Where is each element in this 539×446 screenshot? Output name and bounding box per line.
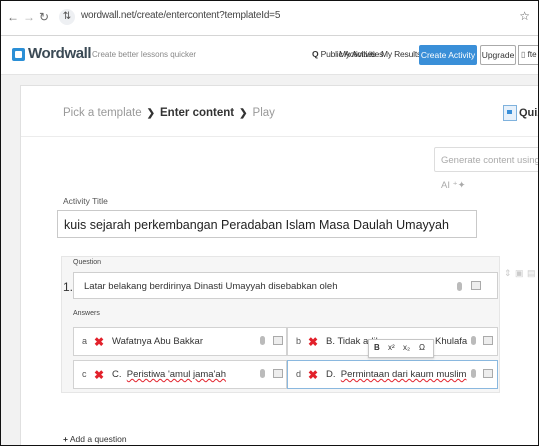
user-avatar-icon: ▯ xyxy=(521,50,526,59)
answer-letter: b xyxy=(296,336,302,346)
special-character-button[interactable]: Ω xyxy=(419,343,425,352)
bold-button[interactable]: B xyxy=(374,343,380,352)
question-text-input[interactable]: Latar belakang berdirinya Dinasti Umayya… xyxy=(73,272,498,299)
step-play: Play xyxy=(252,107,275,119)
app-window: ← → ↻ ⇅ wordwall.net/create/entercontent… xyxy=(0,0,539,446)
incorrect-mark-icon[interactable]: ✖ xyxy=(308,336,318,348)
answer-letter: c xyxy=(82,369,87,379)
duplicate-icon[interactable]: ▣ xyxy=(515,268,524,279)
answer-text-tail: Khulafa xyxy=(435,336,468,347)
brand-logo[interactable]: Wordwall xyxy=(28,45,92,62)
reload-icon[interactable]: ↻ xyxy=(39,10,49,24)
nav-my-results[interactable]: My Results xyxy=(381,49,421,59)
image-icon[interactable] xyxy=(273,369,283,378)
step-pick-template[interactable]: Pick a template xyxy=(63,107,142,119)
browser-toolbar: ← → ↻ ⇅ wordwall.net/create/entercontent… xyxy=(1,1,538,36)
answer-text[interactable]: D. Permintaan dari kaum muslim xyxy=(326,369,466,380)
image-icon[interactable] xyxy=(273,336,283,345)
answer-option-a[interactable]: a ✖ Wafatnya Abu Bakkar xyxy=(73,327,287,356)
upgrade-button[interactable]: Upgrade xyxy=(480,45,516,65)
quiz-template-icon[interactable] xyxy=(503,105,517,121)
answer-text[interactable]: C. Peristiwa 'amul jama'ah xyxy=(112,369,226,380)
incorrect-mark-icon[interactable]: ✖ xyxy=(94,336,104,348)
delete-icon[interactable]: ▤ xyxy=(527,268,536,279)
answer-letter: a xyxy=(82,336,88,346)
wordwall-logo-icon[interactable] xyxy=(12,48,25,61)
template-name[interactable]: Quiz xyxy=(519,107,538,119)
breadcrumb: Pick a template ❯ Enter content ❯ Play xyxy=(63,107,275,119)
tagline: Create better lessons quicker xyxy=(92,50,197,59)
sparkle-icon: ⁺✦ xyxy=(452,180,466,191)
nav-my-activities[interactable]: My Activities xyxy=(339,49,383,59)
microphone-icon[interactable] xyxy=(471,369,476,378)
answer-option-d[interactable]: d ✖ D. Permintaan dari kaum muslim xyxy=(287,360,498,389)
site-settings-icon[interactable]: ⇅ xyxy=(59,9,75,25)
drag-handle-icon[interactable]: ⇕ xyxy=(504,268,512,279)
step-enter-content: Enter content xyxy=(160,107,235,119)
answer-letter: d xyxy=(296,369,302,379)
microphone-icon[interactable] xyxy=(471,336,476,345)
forward-arrow-icon[interactable]: → xyxy=(23,10,35,24)
add-question-button[interactable]: + Add a question xyxy=(63,434,127,444)
chevron-right-icon: ❯ xyxy=(146,108,156,119)
answers-label: Answers xyxy=(73,310,100,317)
subscript-button[interactable]: x₂ xyxy=(403,343,410,352)
search-icon: Q xyxy=(312,49,319,59)
question-label: Question xyxy=(73,259,102,266)
plus-icon: + xyxy=(63,434,68,444)
activity-title-input[interactable]: kuis sejarah perkembangan Peradaban Isla… xyxy=(57,210,477,238)
incorrect-mark-icon[interactable]: ✖ xyxy=(94,369,104,381)
app-header: Wordwall Create better lessons quicker Q… xyxy=(1,36,538,75)
text-format-toolbar: B x² x₂ Ω xyxy=(368,339,434,358)
answer-option-c[interactable]: c ✖ C. Peristiwa 'amul jama'ah xyxy=(73,360,287,389)
image-icon[interactable] xyxy=(483,336,493,345)
question-number: 1. xyxy=(63,280,74,294)
chevron-right-icon: ❯ xyxy=(239,108,248,119)
microphone-icon[interactable] xyxy=(260,336,265,345)
user-menu[interactable]: ▯ fte xyxy=(518,45,538,65)
address-bar[interactable]: wordwall.net/create/entercontent?templat… xyxy=(81,10,280,21)
superscript-button[interactable]: x² xyxy=(388,343,395,352)
microphone-icon[interactable] xyxy=(260,369,265,378)
microphone-icon[interactable] xyxy=(457,282,462,291)
incorrect-mark-icon[interactable]: ✖ xyxy=(308,369,318,381)
bookmark-star-icon[interactable]: ☆ xyxy=(519,9,530,23)
answer-text[interactable]: Wafatnya Abu Bakkar xyxy=(112,336,203,347)
image-icon[interactable] xyxy=(483,369,493,378)
image-icon[interactable] xyxy=(471,281,481,290)
divider xyxy=(21,136,538,137)
back-arrow-icon[interactable]: ← xyxy=(7,10,19,24)
create-activity-button[interactable]: Create Activity xyxy=(419,45,477,65)
generate-ai-button[interactable]: Generate content using AI ⁺✦ xyxy=(434,147,538,191)
activity-title-label: Activity Title xyxy=(63,196,108,206)
